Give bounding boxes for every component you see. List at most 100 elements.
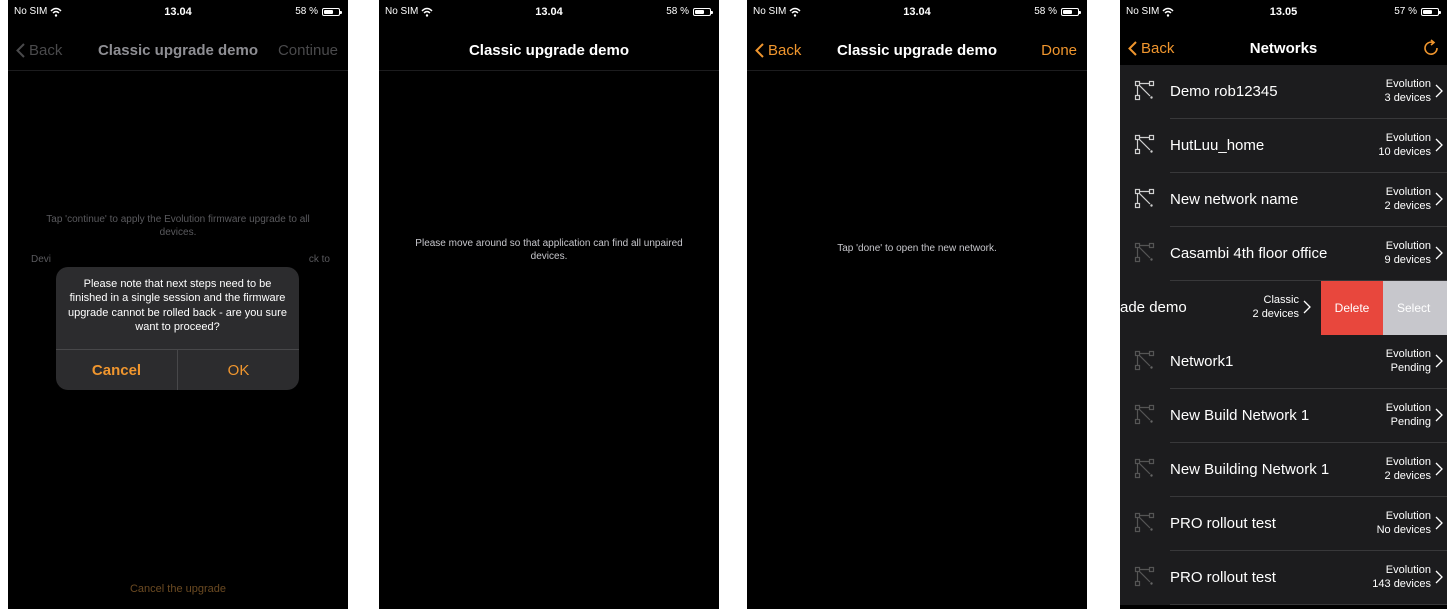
network-meta: Evolution 2 devices (1385, 186, 1431, 214)
partial-text-right: ck to (308, 254, 330, 265)
network-name: Network1 (1170, 353, 1234, 370)
network-icon (1134, 188, 1156, 210)
continue-button[interactable]: Continue (278, 42, 338, 59)
battery-icon (1421, 7, 1441, 16)
network-icon (1134, 458, 1156, 480)
instruction-text: Tap 'continue' to apply the Evolution fi… (46, 214, 310, 238)
network-device-count: 2 devices (1384, 199, 1431, 212)
network-meta: Evolution 2 devices (1385, 456, 1431, 484)
network-type: Evolution (1385, 132, 1431, 144)
status-bar: No SIM 13.05 57 % (1120, 0, 1447, 22)
network-row[interactable]: New Build Network 1 Evolution Pending (1120, 389, 1447, 443)
confirm-dialog: Please note that next steps need to be f… (56, 267, 299, 390)
network-row[interactable]: Casambi 4th floor office Evolution 9 devic… (1120, 227, 1447, 281)
network-meta: Evolution No devices (1377, 510, 1431, 538)
screen-searching-devices: No SIM 13.04 58 % Classic upgrade demo P… (379, 0, 719, 609)
network-icon (1134, 134, 1156, 156)
network-meta: Evolution 3 devices (1385, 78, 1431, 106)
network-meta: Evolution 9 devices (1385, 240, 1431, 268)
network-row[interactable]: PRO rollout test Evolution 143 devices (1120, 551, 1447, 605)
battery-percent: 57 % (1394, 6, 1417, 17)
row-separator (1170, 604, 1447, 605)
network-type: Evolution (1385, 402, 1431, 414)
network-device-count: 9 devices (1384, 253, 1431, 266)
screen-networks: No SIM 13.05 57 % Back Networks Demo rob… (1120, 0, 1447, 609)
network-type: Evolution (1385, 510, 1431, 522)
network-icon (1134, 404, 1156, 426)
page-title: Classic upgrade demo (468, 42, 630, 59)
nav-bar: Back Classic upgrade demo Done (747, 28, 1087, 71)
status-bar: No SIM 13.04 58 % (8, 0, 348, 22)
network-meta: Evolution 10 devices (1378, 132, 1431, 160)
network-meta: Evolution Pending (1386, 348, 1431, 376)
network-name: New network name (1170, 191, 1299, 208)
chevron-right-icon (1435, 516, 1443, 530)
network-icon (1134, 512, 1156, 534)
battery-percent: 58 % (666, 6, 689, 17)
delete-button[interactable]: Delete (1321, 281, 1383, 335)
status-bar: No SIM 13.04 58 % (379, 0, 719, 22)
network-device-count: 3 devices (1384, 91, 1431, 104)
chevron-right-icon (1435, 138, 1443, 152)
network-device-count: 10 devices (1378, 145, 1431, 158)
chevron-right-icon (1435, 354, 1443, 368)
page-title: Classic upgrade demo (836, 42, 998, 59)
battery-icon (1061, 7, 1081, 16)
network-name: PRO rollout test (1170, 515, 1276, 532)
done-button[interactable]: Done (1041, 42, 1077, 59)
network-meta: Evolution Pending (1386, 402, 1431, 430)
chevron-right-icon (1435, 462, 1443, 476)
screen-upgrade-done: No SIM 13.04 58 % Back Classic upgrade d… (747, 0, 1087, 609)
nav-bar: Classic upgrade demo (379, 28, 719, 71)
dialog-message: Please note that next steps need to be f… (68, 278, 287, 333)
network-row[interactable]: New Building Network 1 Evolution 2 devices (1120, 443, 1447, 497)
network-row[interactable]: PRO rollout test Evolution No devices (1120, 497, 1447, 551)
dialog-cancel-button[interactable]: Cancel (56, 350, 178, 390)
chevron-right-icon (1435, 84, 1443, 98)
chevron-right-icon (1435, 246, 1443, 260)
network-name: New Building Network 1 (1170, 461, 1330, 478)
select-button[interactable]: Select (1383, 281, 1447, 335)
network-row[interactable]: HutLuu_home Evolution 10 devices (1120, 119, 1447, 173)
network-device-count: 2 devices (1252, 307, 1299, 320)
nav-bar: Back Classic upgrade demo Continue (8, 28, 348, 71)
network-icon (1134, 350, 1156, 372)
network-device-count: Pending (1390, 361, 1431, 374)
screen-upgrade-confirm: No SIM 13.04 58 % Back Classic upgrade d… (8, 0, 348, 609)
network-name: Casambi 4th floor office (1170, 245, 1328, 262)
chevron-right-icon (1435, 192, 1443, 206)
dialog-ok-button[interactable]: OK (178, 350, 299, 390)
network-row[interactable]: ade demo Classic 2 devices Delete Select (1120, 281, 1447, 335)
network-type: Evolution (1385, 348, 1431, 360)
network-icon (1134, 566, 1156, 588)
network-icon (1134, 242, 1156, 264)
network-type: Evolution (1385, 186, 1431, 198)
refresh-icon[interactable] (1421, 39, 1441, 57)
network-name: Demo rob12345 (1170, 83, 1278, 100)
battery-percent: 58 % (295, 6, 318, 17)
network-type: Classic (1263, 294, 1299, 306)
partial-text-left: Devi (31, 254, 52, 265)
network-row[interactable]: New network name Evolution 2 devices (1120, 173, 1447, 227)
chevron-right-icon (1435, 570, 1443, 584)
network-name: ade demo (1120, 299, 1187, 316)
network-meta: Evolution 143 devices (1372, 564, 1431, 592)
cancel-upgrade-link[interactable]: Cancel the upgrade (8, 583, 348, 595)
status-bar: No SIM 13.04 58 % (747, 0, 1087, 22)
network-row[interactable]: Demo rob12345 Evolution 3 devices (1120, 65, 1447, 119)
nav-bar: Back Networks (1120, 28, 1447, 64)
network-device-count: No devices (1376, 523, 1431, 536)
network-device-count: 143 devices (1372, 577, 1431, 590)
battery-percent: 58 % (1034, 6, 1057, 17)
network-name: PRO rollout test (1170, 569, 1276, 586)
network-list: Demo rob12345 Evolution 3 devices HutLuu_ho… (1120, 65, 1447, 605)
network-type: Evolution (1385, 240, 1431, 252)
network-device-count: Pending (1390, 415, 1431, 428)
network-type: Evolution (1385, 78, 1431, 90)
chevron-right-icon (1303, 300, 1311, 314)
network-row[interactable]: Network1 Evolution Pending (1120, 335, 1447, 389)
network-device-count: 2 devices (1384, 469, 1431, 482)
network-name: New Build Network 1 (1170, 407, 1310, 424)
network-name: HutLuu_home (1170, 137, 1265, 154)
network-meta: Classic 2 devices (1253, 294, 1299, 322)
